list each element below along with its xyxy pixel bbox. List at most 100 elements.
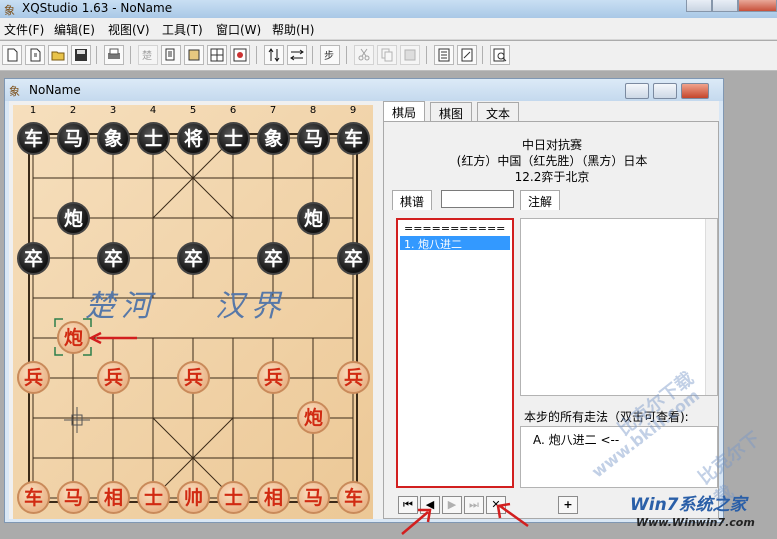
child-minimize-button[interactable] <box>625 83 649 99</box>
red-horse-piece[interactable]: 马 <box>57 481 90 514</box>
river-label-right: 汉界 <box>215 289 287 324</box>
black-general-piece[interactable]: 将 <box>177 122 210 155</box>
svg-text:步: 步 <box>324 50 334 62</box>
tab-comment[interactable]: 注解 <box>520 190 561 210</box>
board-grid <box>28 133 358 503</box>
comment-scrollbar[interactable] <box>705 219 717 395</box>
move-list-header: =========== <box>404 222 506 235</box>
xiangqi-board[interactable]: 1 2 3 4 5 6 7 8 9 楚河 汉界 车 马 象 士 将 士 象 马 … <box>13 105 373 519</box>
red-pawn-piece[interactable]: 兵 <box>257 361 290 394</box>
file-number: 7 <box>269 105 277 116</box>
menu-help[interactable]: 帮助(H) <box>272 21 314 38</box>
red-advisor-piece[interactable]: 士 <box>137 481 170 514</box>
menu-tools[interactable]: 工具(T) <box>162 21 203 38</box>
tab-text[interactable]: 文本 <box>477 102 520 122</box>
black-pawn-piece[interactable]: 卒 <box>97 242 130 275</box>
river-label-left: 楚河 <box>85 289 157 324</box>
red-pawn-piece[interactable]: 兵 <box>17 361 50 394</box>
game-window-titlebar: 象 NoName <box>5 79 723 101</box>
black-pawn-piece[interactable]: 卒 <box>177 242 210 275</box>
menu-edit[interactable]: 编辑(E) <box>54 21 95 38</box>
swap-vertical-icon[interactable] <box>264 45 284 65</box>
document-edit-icon[interactable] <box>457 45 477 65</box>
black-pawn-piece[interactable]: 卒 <box>17 242 50 275</box>
black-elephant-piece[interactable]: 象 <box>97 122 130 155</box>
menu-view[interactable]: 视图(V) <box>108 21 150 38</box>
print-preview-icon[interactable] <box>490 45 510 65</box>
black-cannon-piece[interactable]: 炮 <box>297 202 330 235</box>
paste-icon[interactable] <box>184 45 204 65</box>
tab-diagram[interactable]: 棋图 <box>430 102 473 122</box>
toolbar: 楚 步 <box>0 41 777 71</box>
xiangqi-logo-icon: 象 <box>4 4 15 17</box>
comment-textarea[interactable] <box>520 218 718 396</box>
copy-icon[interactable] <box>161 45 181 65</box>
red-horse-piece[interactable]: 马 <box>297 481 330 514</box>
game-window-title: NoName <box>29 83 81 97</box>
red-pawn-piece[interactable]: 兵 <box>337 361 370 394</box>
black-pawn-piece[interactable]: 卒 <box>337 242 370 275</box>
black-chariot-piece[interactable]: 车 <box>17 122 50 155</box>
cut-icon[interactable] <box>354 45 374 65</box>
black-pawn-piece[interactable]: 卒 <box>257 242 290 275</box>
red-pawn-piece[interactable]: 兵 <box>97 361 130 394</box>
red-advisor-piece[interactable]: 士 <box>217 481 250 514</box>
child-maximize-button[interactable] <box>653 83 677 99</box>
file-number: 1 <box>29 105 37 116</box>
swap-horizontal-icon[interactable] <box>287 45 307 65</box>
add-variation-button[interactable]: + <box>558 496 578 514</box>
red-elephant-piece[interactable]: 相 <box>97 481 130 514</box>
save-icon[interactable] <box>71 45 91 65</box>
move-list[interactable]: =========== 1. 炮八进二 <box>396 218 514 488</box>
child-close-button[interactable] <box>681 83 709 99</box>
file-number: 2 <box>69 105 77 116</box>
red-cannon-piece[interactable]: 炮 <box>57 321 90 354</box>
red-general-piece[interactable]: 帅 <box>177 481 210 514</box>
menubar: 文件(F) 编辑(E) 视图(V) 工具(T) 窗口(W) 帮助(H) <box>0 18 777 40</box>
file-number: 5 <box>189 105 197 116</box>
new-icon[interactable] <box>2 45 22 65</box>
watermark-brand: Win7系统之家 <box>630 495 747 515</box>
black-elephant-piece[interactable]: 象 <box>257 122 290 155</box>
last-move-button[interactable]: ⏭ <box>464 496 484 514</box>
flip-icon[interactable]: 楚 <box>138 45 158 65</box>
board-edit-icon[interactable] <box>207 45 227 65</box>
app-titlebar: 象 XQStudio 1.63 - NoName <box>0 0 777 18</box>
red-pawn-piece[interactable]: 兵 <box>177 361 210 394</box>
menu-file[interactable]: 文件(F) <box>4 21 44 38</box>
watermark-site: Www.Winwin7.com <box>636 516 755 529</box>
paste-disabled-icon[interactable] <box>400 45 420 65</box>
engine-icon[interactable]: 步 <box>320 45 340 65</box>
black-advisor-piece[interactable]: 士 <box>137 122 170 155</box>
annotation-arrow-icon <box>496 502 529 528</box>
record-filter-input[interactable] <box>441 190 514 208</box>
red-elephant-piece[interactable]: 相 <box>257 481 290 514</box>
print-icon[interactable] <box>104 45 124 65</box>
tab-record[interactable]: 棋谱 <box>392 190 433 210</box>
copy-disabled-icon[interactable] <box>377 45 397 65</box>
setup-icon[interactable] <box>230 45 250 65</box>
file-number: 4 <box>149 105 157 116</box>
players-info: (红方）中国（红先胜）（黑方）日本 <box>456 154 648 168</box>
all-moves-item[interactable]: A. 炮八进二 <-- <box>533 431 619 448</box>
close-button[interactable] <box>738 0 777 12</box>
tab-game[interactable]: 棋局 <box>383 101 426 122</box>
black-chariot-piece[interactable]: 车 <box>337 122 370 155</box>
next-move-button[interactable]: ▶ <box>442 496 462 514</box>
open-icon[interactable] <box>25 45 45 65</box>
move-list-item[interactable]: 1. 炮八进二 <box>400 236 510 251</box>
black-horse-piece[interactable]: 马 <box>57 122 90 155</box>
red-cannon-piece[interactable]: 炮 <box>297 401 330 434</box>
file-number: 8 <box>309 105 317 116</box>
red-chariot-piece[interactable]: 车 <box>337 481 370 514</box>
folder-icon[interactable] <box>48 45 68 65</box>
date-place-info: 12.2弈于北京 <box>514 170 590 184</box>
maximize-button[interactable] <box>712 0 738 12</box>
black-advisor-piece[interactable]: 士 <box>217 122 250 155</box>
red-chariot-piece[interactable]: 车 <box>17 481 50 514</box>
menu-window[interactable]: 窗口(W) <box>216 21 261 38</box>
minimize-button[interactable] <box>686 0 712 12</box>
document-icon[interactable] <box>434 45 454 65</box>
black-horse-piece[interactable]: 马 <box>297 122 330 155</box>
black-cannon-piece[interactable]: 炮 <box>57 202 90 235</box>
